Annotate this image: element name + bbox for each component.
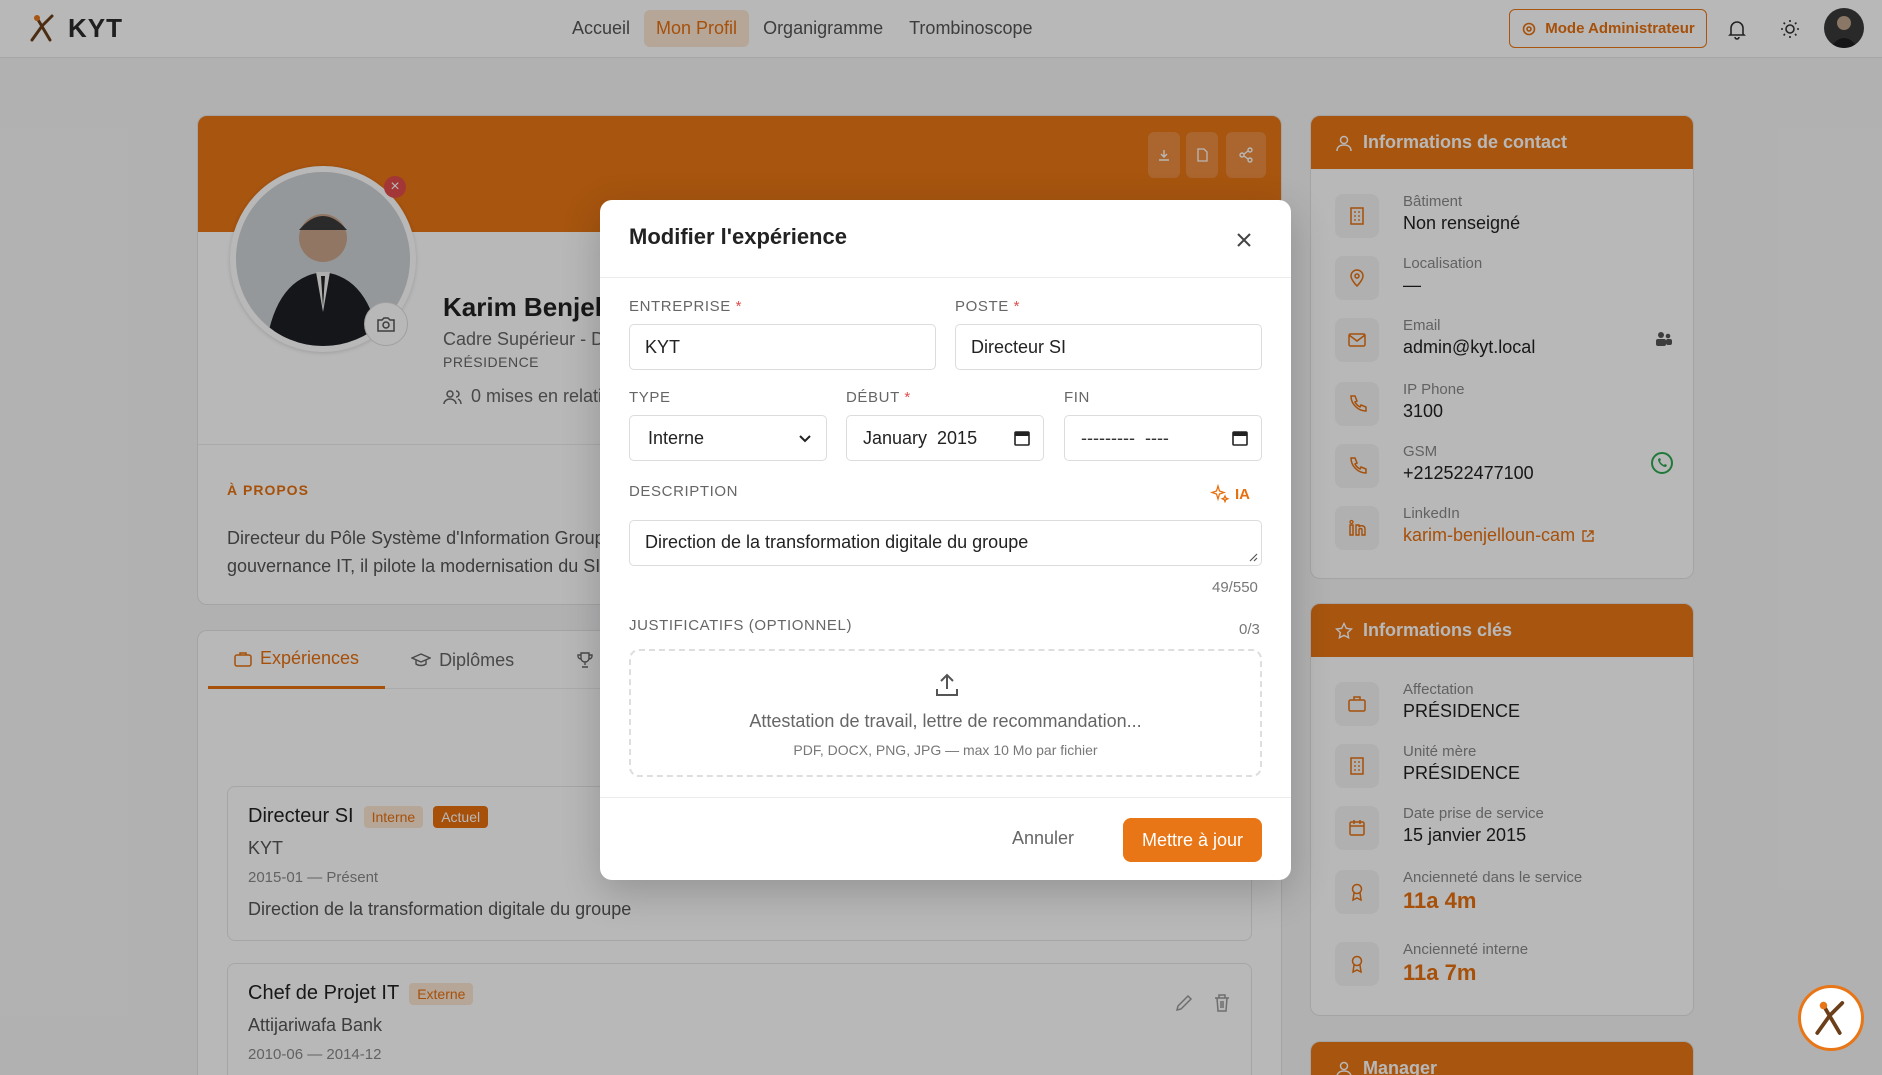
entreprise-input[interactable]: KYT [629,324,936,370]
required-mark: * [904,389,911,406]
description-label: DESCRIPTION [629,483,739,500]
entreprise-label-text: ENTREPRISE [629,298,731,315]
calendar-icon[interactable] [1231,429,1249,447]
cancel-button[interactable]: Annuler [1012,828,1074,849]
debut-label: DÉBUT * [846,389,911,406]
type-select-value: Interne [648,427,705,448]
ai-assist-button[interactable]: IA [1210,484,1250,504]
required-mark: * [735,298,743,315]
description-value: Direction de la transformation digitale … [645,532,1029,552]
close-icon[interactable] [1232,228,1256,252]
assistant-fab[interactable] [1798,985,1864,1051]
dropzone-title: Attestation de travail, lettre de recomm… [749,711,1142,731]
resize-grip-icon[interactable] [1246,550,1258,562]
upload-icon [936,673,958,696]
type-label: TYPE [629,389,671,406]
char-counter: 49/550 [1212,579,1258,596]
debut-date-input[interactable]: January 2015 [846,415,1044,461]
fin-date-value: --------- ---- [1081,427,1169,448]
poste-label: POSTE * [955,298,1020,315]
modal-title: Modifier l'expérience [629,224,847,249]
kyt-logo-icon [1815,1001,1845,1035]
type-select[interactable]: Interne [629,415,827,461]
fin-label: FIN [1064,389,1090,406]
required-mark: * [1013,298,1021,315]
entreprise-label: ENTREPRISE * [629,298,742,315]
debut-label-text: DÉBUT [846,389,900,406]
ai-assist-label: IA [1235,485,1250,503]
description-textarea[interactable]: Direction de la transformation digitale … [629,520,1262,566]
dropzone-hint: PDF, DOCX, PNG, JPG — max 10 Mo par fich… [793,742,1098,758]
poste-label-text: POSTE [955,298,1009,315]
update-button[interactable]: Mettre à jour [1123,818,1262,862]
chevron-down-icon [799,435,811,443]
divider [600,797,1291,798]
divider [600,277,1291,278]
debut-date-value: January 2015 [863,427,978,448]
sparkle-icon [1210,484,1230,504]
fin-date-input[interactable]: --------- ---- [1064,415,1262,461]
justificatifs-label: JUSTIFICATIFS (OPTIONNEL) [629,617,853,634]
file-dropzone[interactable]: Attestation de travail, lettre de recomm… [629,649,1262,777]
edit-experience-modal: Modifier l'expérience ENTREPRISE * KYT P… [600,200,1291,880]
files-counter: 0/3 [1239,621,1260,638]
poste-input[interactable]: Directeur SI [955,324,1262,370]
calendar-icon[interactable] [1013,429,1031,447]
